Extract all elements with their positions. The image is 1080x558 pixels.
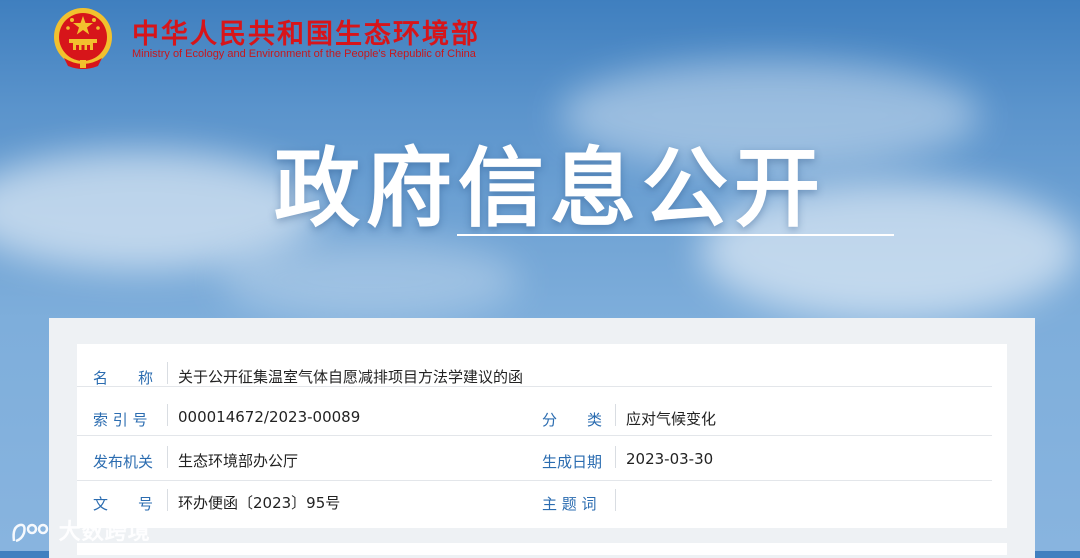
watermark-text: 大数跨境: [58, 520, 151, 545]
banner-underline: [457, 234, 894, 236]
site-header: 中华人民共和国生态环境部 Ministry of Ecology and Env…: [0, 0, 1080, 80]
subject-label: 主 题 词: [542, 495, 597, 513]
info-row-issuer: 发布机关 生态环境部办公厅 生成日期 2023-03-30: [77, 436, 992, 481]
cloud: [220, 240, 520, 320]
divider: [615, 404, 616, 426]
divider: [615, 446, 616, 468]
divider: [167, 446, 168, 468]
category-value: 应对气候变化: [626, 410, 717, 428]
date-value: 2023-03-30: [626, 450, 714, 468]
date-label: 生成日期: [542, 453, 603, 471]
divider: [167, 362, 168, 384]
category-label: 分 类: [542, 411, 603, 429]
info-row-name: 名 称 关于公开征集温室气体自愿减排项目方法学建议的函: [77, 344, 992, 387]
issuer-value: 生态环境部办公厅: [178, 452, 299, 470]
name-label: 名 称: [93, 369, 154, 387]
watermark: 大数跨境: [10, 514, 151, 546]
content-panel-top: [77, 543, 1007, 555]
index-value: 000014672/2023-00089: [178, 408, 361, 426]
info-row-index: 索 引 号 000014672/2023-00089 分 类 应对气候变化: [77, 387, 992, 436]
index-label: 索 引 号: [93, 411, 148, 429]
name-value: 关于公开征集温室气体自愿减排项目方法学建议的函: [178, 368, 524, 386]
site-subtitle: Ministry of Ecology and Environment of t…: [132, 48, 476, 60]
info-row-doc-number: 文 号 环办便函〔2023〕95号 主 题 词: [77, 481, 992, 527]
national-emblem-icon: [54, 8, 112, 69]
doc-number-value: 环办便函〔2023〕95号: [178, 494, 341, 512]
doc-number-label: 文 号: [93, 495, 154, 513]
watermark-logo-icon: [12, 523, 49, 543]
banner-title: 政府信息公开: [274, 139, 826, 239]
document-info-table: 名 称 关于公开征集温室气体自愿减排项目方法学建议的函 索 引 号 000014…: [77, 344, 1007, 528]
divider: [167, 489, 168, 511]
divider: [167, 404, 168, 426]
site-title: 中华人民共和国生态环境部: [132, 19, 480, 50]
issuer-label: 发布机关: [93, 453, 154, 471]
divider: [615, 489, 616, 511]
